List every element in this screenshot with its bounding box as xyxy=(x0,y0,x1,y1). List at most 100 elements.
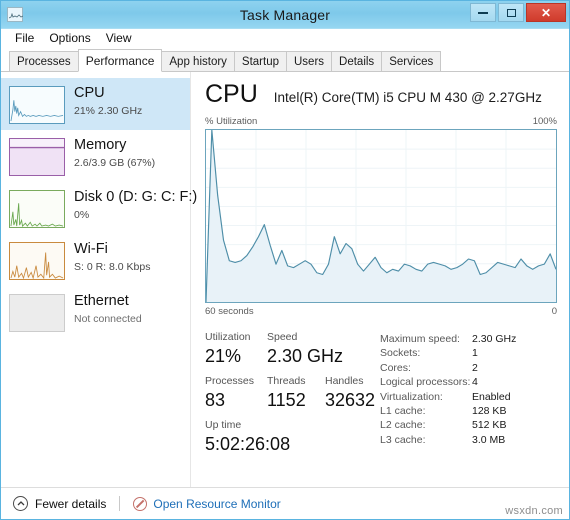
memory-thumbnail-graph xyxy=(9,138,65,176)
stat-value: 21% xyxy=(205,346,242,366)
cpu-detail-row: L3 cache: 3.0 MB xyxy=(380,433,557,447)
cpu-header: CPU Intel(R) Core(TM) i5 CPU M 430 @ 2.2… xyxy=(205,80,557,112)
stat-label: Utilization xyxy=(205,331,251,343)
cpu-detail-value: 2.30 GHz xyxy=(472,333,517,345)
stat-value: 32632 xyxy=(325,390,376,410)
tab-startup[interactable]: Startup xyxy=(233,51,287,72)
stat-row-utilization-speed: Utilization 21% Speed 2.30 GHz xyxy=(205,331,380,368)
chart-ylabel: % Utilization xyxy=(205,116,258,127)
chart-top-labels: % Utilization 100% xyxy=(205,116,557,127)
sidebar-item-cpu[interactable]: CPU 21% 2.30 GHz xyxy=(1,78,190,130)
chart-xlabel-right: 0 xyxy=(551,306,557,317)
cpu-detail-key: Maximum speed: xyxy=(380,333,460,345)
wifi-thumbnail-graph xyxy=(9,242,65,280)
cpu-utilization-chart xyxy=(205,129,557,303)
sidebar-item-disk[interactable]: Disk 0 (D: G: C: F:) 0% xyxy=(1,182,198,234)
cpu-detail-value: 3.0 MB xyxy=(472,433,506,446)
stat-uptime: Up time 5:02:26:08 xyxy=(205,419,290,456)
sidebar-item-sub: 0% xyxy=(74,209,90,221)
sidebar-item-sub: Not connected xyxy=(74,313,142,325)
cpu-thumbnail-graph xyxy=(9,86,65,124)
cpu-detail-key: L2 cache: xyxy=(380,419,426,432)
cpu-detail-value: 512 KB xyxy=(472,419,507,432)
title-bar[interactable]: Task Manager ✕ xyxy=(1,1,569,29)
maximize-icon xyxy=(506,8,516,17)
cpu-detail-key: Virtualization: xyxy=(380,390,443,403)
resource-sidebar: CPU 21% 2.30 GHz Memory 2.6/3.9 GB (67%) xyxy=(1,72,198,487)
tab-details[interactable]: Details xyxy=(331,51,383,72)
minimize-button[interactable] xyxy=(470,3,496,22)
maximize-button[interactable] xyxy=(498,3,524,22)
page-title: CPU xyxy=(205,80,258,108)
cpu-detail-row: L2 cache: 512 KB xyxy=(380,418,557,432)
stat-value: 5:02:26:08 xyxy=(205,434,291,454)
tab-users[interactable]: Users xyxy=(286,51,333,72)
menu-options[interactable]: Options xyxy=(43,30,99,47)
stat-label: Processes xyxy=(205,375,255,387)
content-area: CPU 21% 2.30 GHz Memory 2.6/3.9 GB (67%) xyxy=(1,72,569,487)
open-resource-monitor-link[interactable]: Open Resource Monitor xyxy=(133,496,281,511)
stats-area: Utilization 21% Speed 2.30 GHz Processes… xyxy=(205,331,557,463)
cpu-detail-value: Enabled xyxy=(472,390,511,403)
sidebar-item-wifi[interactable]: Wi-Fi S: 0 R: 8.0 Kbps xyxy=(1,234,190,286)
tab-processes[interactable]: Processes xyxy=(9,51,79,72)
resource-monitor-label: Open Resource Monitor xyxy=(153,496,281,511)
stats-primary-column: Utilization 21% Speed 2.30 GHz Processes… xyxy=(205,331,380,463)
tab-app-history[interactable]: App history xyxy=(161,51,235,72)
tab-performance[interactable]: Performance xyxy=(77,49,163,72)
window-controls: ✕ xyxy=(470,3,566,22)
stat-label: Speed xyxy=(267,331,298,343)
close-button[interactable]: ✕ xyxy=(526,3,566,22)
cpu-detail-key: Sockets: xyxy=(380,347,421,360)
cpu-detail-value: 1 xyxy=(472,347,478,360)
cpu-detail-key: Cores: xyxy=(380,361,411,374)
tab-bar: Processes Performance App history Startu… xyxy=(1,48,569,72)
stat-processes: Processes 83 xyxy=(205,375,267,412)
cpu-detail-value: 4 xyxy=(472,376,478,389)
footer-separator xyxy=(119,496,121,511)
sidebar-item-label: Ethernet xyxy=(74,293,129,309)
stat-value: 2.30 GHz xyxy=(267,346,344,366)
cpu-details-list: Maximum speed: 2.30 GHz Sockets: 1 Cores: 2 Lo… xyxy=(380,331,557,463)
menu-file[interactable]: File xyxy=(9,30,43,47)
fewer-details-button[interactable]: Fewer details xyxy=(13,496,106,511)
stat-label: Handles xyxy=(325,375,364,387)
sidebar-item-ethernet[interactable]: Ethernet Not connected xyxy=(1,286,190,338)
cpu-detail-value: 2 xyxy=(472,361,478,374)
sidebar-item-label: CPU xyxy=(74,85,105,101)
sidebar-item-memory[interactable]: Memory 2.6/3.9 GB (67%) xyxy=(1,130,190,182)
stat-label: Threads xyxy=(267,375,306,387)
chart-ymax-label: 100% xyxy=(532,116,557,127)
cpu-detail-key: Logical processors: xyxy=(380,376,471,389)
stat-value: 83 xyxy=(205,390,226,410)
cpu-detail-key: L1 cache: xyxy=(380,405,426,418)
cpu-chart-svg xyxy=(206,130,556,302)
sidebar-item-sub: S: 0 R: 8.0 Kbps xyxy=(74,261,151,273)
resource-monitor-icon xyxy=(133,496,148,511)
task-manager-window: Task Manager ✕ File Options View Process… xyxy=(0,0,570,520)
task-manager-icon xyxy=(7,7,23,22)
sidebar-item-label: Disk 0 (D: G: C: F:) xyxy=(74,189,198,205)
cpu-detail-row: Cores: 2 xyxy=(380,361,557,375)
sidebar-cpu-text: CPU 21% 2.30 GHz xyxy=(74,83,142,118)
sidebar-ethernet-text: Ethernet Not connected xyxy=(74,291,142,326)
stat-label: Up time xyxy=(205,419,242,431)
cpu-detail-row: Logical processors: 4 xyxy=(380,375,557,389)
chart-xlabel-left: 60 seconds xyxy=(205,306,254,317)
disk-thumbnail-graph xyxy=(9,190,65,228)
cpu-detail-value: 128 KB xyxy=(472,405,507,418)
sidebar-item-label: Memory xyxy=(74,137,127,153)
sidebar-disk-text: Disk 0 (D: G: C: F:) 0% xyxy=(74,187,198,222)
stat-speed: Speed 2.30 GHz xyxy=(267,331,343,368)
menu-bar: File Options View xyxy=(1,29,569,48)
stat-row-processes-threads-handles: Processes 83 Threads 1152 Handles 32632 xyxy=(205,375,380,412)
ethernet-thumbnail-graph xyxy=(9,294,65,332)
sidebar-item-sub: 21% 2.30 GHz xyxy=(74,105,143,117)
stat-row-uptime: Up time 5:02:26:08 xyxy=(205,419,380,456)
tab-services[interactable]: Services xyxy=(381,51,442,72)
minimize-icon xyxy=(478,11,488,14)
chevron-up-circle-icon xyxy=(13,496,28,511)
chart-bottom-labels: 60 seconds 0 xyxy=(205,306,557,317)
menu-view[interactable]: View xyxy=(100,30,141,47)
stat-handles: Handles 32632 xyxy=(325,375,375,412)
